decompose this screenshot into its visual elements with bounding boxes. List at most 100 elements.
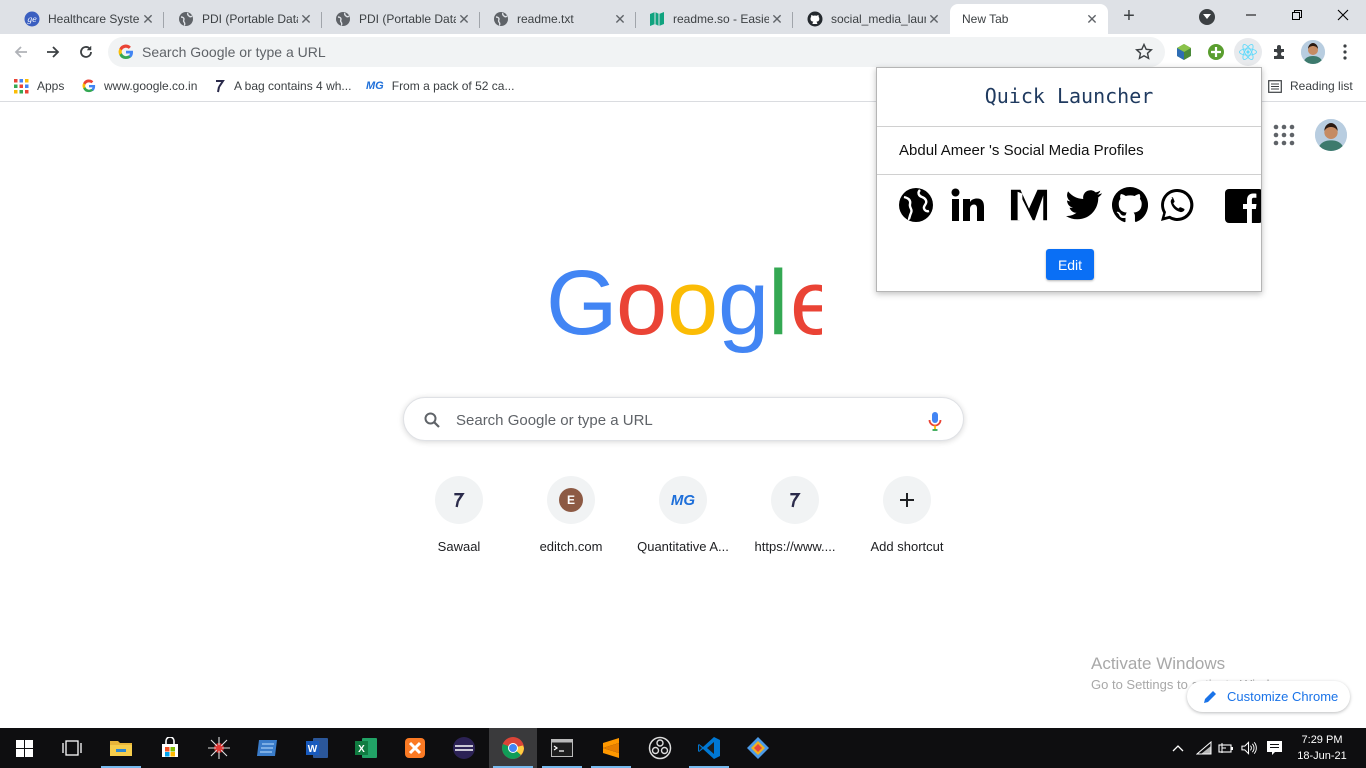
tab-pdi-1[interactable]: PDI (Portable Data ✕: [166, 4, 322, 34]
popup-subtitle: Abdul Ameer 's Social Media Profiles: [899, 142, 1144, 159]
google-g-icon: [118, 44, 134, 63]
tab-new-tab[interactable]: New Tab ✕: [950, 4, 1108, 34]
edit-button[interactable]: Edit: [1046, 249, 1094, 280]
ntp-search-placeholder: Search Google or type a URL: [456, 412, 653, 429]
ntp-search-box[interactable]: Search Google or type a URL: [403, 397, 964, 441]
bookmark-apps[interactable]: Apps: [14, 77, 64, 95]
tab-social-media[interactable]: social_media_laun ✕: [795, 4, 950, 34]
account-avatar[interactable]: [1315, 119, 1347, 151]
globe-icon[interactable]: [897, 186, 935, 224]
system-clock[interactable]: 7:29 PM 18-Jun-21: [1296, 732, 1348, 764]
spider-app-icon[interactable]: [195, 728, 243, 768]
bookmark-label: Apps: [37, 79, 65, 93]
react-extension-icon[interactable]: [1238, 42, 1258, 62]
letter-avatar-icon: E: [547, 476, 595, 524]
facebook-icon[interactable]: [1225, 186, 1261, 224]
bookmark-bag[interactable]: A bag contains 4 wh...: [214, 77, 351, 95]
tab-pdi-2[interactable]: PDI (Portable Data ✕: [323, 4, 480, 34]
tab-separator: [635, 12, 636, 28]
shortcut-add[interactable]: Add shortcut: [851, 474, 963, 564]
close-icon[interactable]: ✕: [298, 11, 314, 27]
excel-icon[interactable]: X: [342, 728, 390, 768]
logo-letter-e: e: [790, 262, 822, 354]
close-icon[interactable]: ✕: [612, 11, 628, 27]
volume-icon[interactable]: [1241, 739, 1257, 757]
bookmark-label: www.google.co.in: [104, 79, 198, 93]
close-window-button[interactable]: [1320, 4, 1366, 26]
shortcut-quantitative[interactable]: MG Quantitative A...: [627, 474, 739, 564]
extension-plus-icon[interactable]: [1206, 42, 1226, 62]
back-button[interactable]: [8, 39, 34, 65]
shortcut-sawaal[interactable]: Sawaal: [403, 474, 515, 564]
command-prompt-icon[interactable]: [538, 728, 586, 768]
shortcut-editch[interactable]: E editch.com: [515, 474, 627, 564]
medium-icon[interactable]: [1010, 186, 1048, 224]
omnibox[interactable]: [108, 37, 1165, 67]
tab-readme-so[interactable]: readme.so - Easiest ✕: [637, 4, 793, 34]
close-icon[interactable]: ✕: [1084, 11, 1100, 27]
tab-search-icon[interactable]: [1199, 9, 1215, 25]
tab-separator: [479, 12, 480, 28]
profile-avatar[interactable]: [1301, 40, 1325, 64]
sawaal-icon: [771, 476, 819, 524]
tab-separator: [792, 12, 793, 28]
tab-title: social_media_laun: [831, 12, 926, 26]
github-icon[interactable]: [1111, 186, 1149, 224]
minimize-button[interactable]: [1228, 4, 1274, 26]
logo-letter-o2: o: [667, 262, 718, 354]
forward-button[interactable]: [40, 39, 66, 65]
reading-list[interactable]: Reading list: [1268, 77, 1353, 95]
shortcut-https[interactable]: https://www....: [739, 474, 851, 564]
tab-readme-txt[interactable]: readme.txt ✕: [481, 4, 636, 34]
bookmark-pack[interactable]: MG From a pack of 52 ca...: [366, 77, 514, 95]
sawaal-icon: [435, 476, 483, 524]
close-icon[interactable]: ✕: [769, 11, 785, 27]
whatsapp-icon[interactable]: [1158, 186, 1196, 224]
vscode-icon[interactable]: [685, 728, 733, 768]
shortcut-letter: E: [559, 488, 583, 512]
extension-cube-icon[interactable]: [1174, 42, 1194, 62]
tab-title: readme.txt: [517, 12, 574, 26]
word-icon[interactable]: W: [293, 728, 341, 768]
close-icon[interactable]: ✕: [456, 11, 472, 27]
task-view-icon[interactable]: [48, 728, 96, 768]
chrome-taskbar-icon[interactable]: [489, 728, 537, 768]
chevron-up-icon[interactable]: [1170, 739, 1186, 757]
windows-taskbar: W X 7:29 PM 18-Jun-21: [0, 728, 1366, 768]
windows-start-icon[interactable]: [0, 728, 48, 768]
divider: [877, 126, 1261, 127]
close-icon[interactable]: ✕: [140, 11, 156, 27]
new-tab-button[interactable]: +: [1118, 6, 1140, 28]
reload-button[interactable]: [73, 39, 99, 65]
wifi-icon[interactable]: [1196, 739, 1212, 757]
restore-button[interactable]: [1274, 4, 1320, 26]
shortcut-label: Add shortcut: [870, 539, 944, 554]
tab-healthcare[interactable]: ge Healthcare System ✕: [12, 4, 164, 34]
tab-title: PDI (Portable Data: [359, 12, 456, 26]
file-explorer-icon[interactable]: [97, 728, 145, 768]
svg-text:W: W: [308, 744, 318, 755]
obs-icon[interactable]: [636, 728, 684, 768]
sublime-text-icon[interactable]: [587, 728, 635, 768]
battery-icon[interactable]: [1218, 739, 1234, 757]
extensions-puzzle-icon[interactable]: [1270, 42, 1290, 62]
eclipse-icon[interactable]: [440, 728, 488, 768]
bookmark-star-icon[interactable]: [1134, 42, 1154, 64]
microsoft-store-icon[interactable]: [146, 728, 194, 768]
twitter-icon[interactable]: [1065, 186, 1103, 224]
quick-launcher-popup: Quick Launcher Abdul Ameer 's Social Med…: [876, 67, 1262, 292]
git-kraken-icon[interactable]: [734, 728, 782, 768]
virtualbox-icon[interactable]: [244, 728, 292, 768]
xampp-icon[interactable]: [391, 728, 439, 768]
linkedin-icon[interactable]: [949, 186, 987, 224]
bookmark-label: A bag contains 4 wh...: [234, 79, 352, 93]
omnibox-input[interactable]: [142, 43, 1122, 61]
bookmark-google[interactable]: www.google.co.in: [82, 77, 197, 95]
svg-text:ge: ge: [27, 15, 37, 24]
google-apps-icon[interactable]: [1273, 124, 1295, 146]
close-icon[interactable]: ✕: [926, 11, 942, 27]
notification-icon[interactable]: [1265, 739, 1283, 757]
customize-chrome-button[interactable]: Customize Chrome: [1187, 681, 1350, 712]
voice-search-icon[interactable]: [928, 411, 942, 434]
chrome-menu-icon[interactable]: [1335, 42, 1355, 62]
